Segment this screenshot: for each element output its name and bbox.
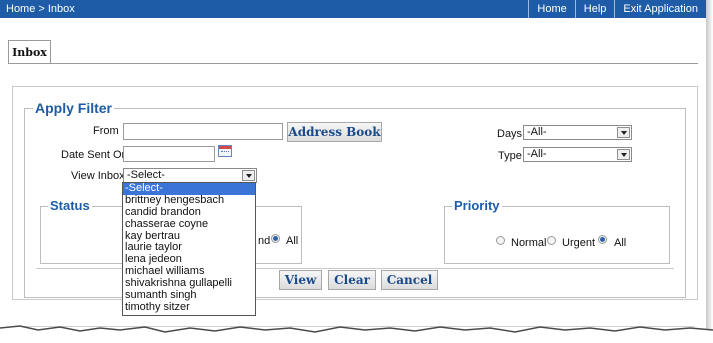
top-bar: Home > Inbox Home Help Exit Application bbox=[0, 0, 706, 18]
priority-normal-radio[interactable] bbox=[496, 236, 505, 245]
priority-all-label: All bbox=[614, 237, 627, 249]
page-shadow bbox=[706, 0, 713, 343]
priority-urgent-radio[interactable] bbox=[547, 236, 556, 245]
date-sent-label: Date Sent On bbox=[61, 149, 128, 161]
chevron-down-icon[interactable] bbox=[242, 170, 255, 181]
cancel-button[interactable]: Cancel bbox=[381, 270, 438, 290]
view-inbox-dropdown-list: -Select- brittney hengesbach candid bran… bbox=[122, 182, 256, 316]
dropdown-option[interactable]: brittney hengesbach bbox=[123, 194, 255, 207]
type-select[interactable]: -All- bbox=[523, 147, 632, 162]
type-label: Type bbox=[498, 150, 522, 162]
from-input[interactable] bbox=[123, 123, 283, 140]
days-value: -All- bbox=[527, 126, 547, 138]
priority-urgent-label: Urgent bbox=[562, 237, 596, 249]
view-inbox-select[interactable]: -Select- bbox=[123, 168, 257, 183]
from-label: From bbox=[93, 125, 119, 137]
dropdown-option[interactable]: chasserae coyne bbox=[123, 218, 255, 231]
help-link[interactable]: Help bbox=[574, 0, 615, 18]
days-select[interactable]: -All- bbox=[523, 125, 632, 140]
status-all-radio[interactable] bbox=[271, 234, 280, 243]
top-links: Home Help Exit Application bbox=[528, 0, 706, 18]
apply-filter-title: Apply Filter bbox=[33, 100, 115, 116]
dropdown-option[interactable]: candid brandon bbox=[123, 206, 255, 219]
view-inbox-value: -Select- bbox=[127, 169, 165, 181]
status-all-label: All bbox=[286, 235, 299, 247]
type-value: -All- bbox=[527, 148, 547, 160]
address-book-button[interactable]: Address Book bbox=[287, 122, 382, 142]
home-link[interactable]: Home bbox=[528, 0, 574, 18]
exit-application-link[interactable]: Exit Application bbox=[614, 0, 706, 18]
priority-normal-label: Normal bbox=[511, 237, 547, 249]
priority-all-radio[interactable] bbox=[598, 235, 607, 244]
view-button[interactable]: View bbox=[279, 270, 322, 290]
dropdown-option[interactable]: timothy sitzer bbox=[123, 301, 255, 314]
days-label: Days bbox=[497, 128, 523, 140]
priority-fieldset bbox=[444, 206, 670, 264]
tab-divider bbox=[8, 63, 698, 64]
chevron-down-icon[interactable] bbox=[617, 149, 630, 160]
breadcrumb: Home > Inbox bbox=[6, 3, 75, 15]
clear-button[interactable]: Clear bbox=[328, 270, 376, 290]
status-partial-label: nd bbox=[258, 235, 271, 247]
view-inbox-label: View Inbox bbox=[71, 170, 125, 182]
torn-edge bbox=[0, 325, 713, 343]
calendar-icon[interactable] bbox=[218, 145, 232, 157]
status-title: Status bbox=[48, 198, 92, 213]
priority-title: Priority bbox=[452, 198, 502, 213]
date-sent-input[interactable] bbox=[123, 146, 215, 162]
chevron-down-icon[interactable] bbox=[617, 127, 630, 138]
tab-inbox[interactable]: Inbox bbox=[8, 40, 51, 64]
